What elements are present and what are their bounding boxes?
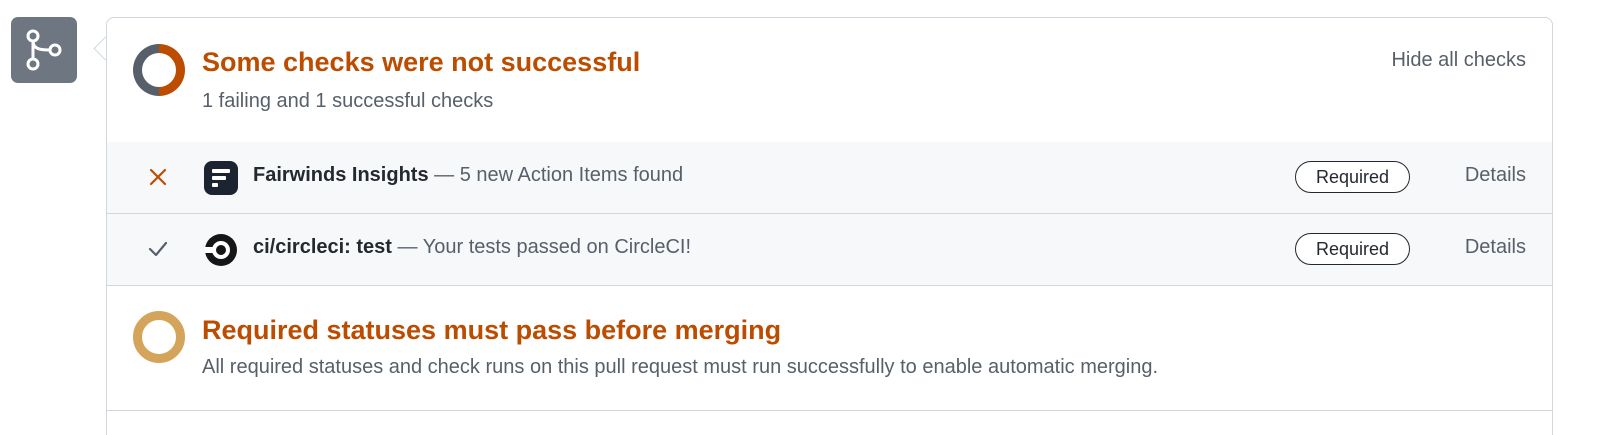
details-link[interactable]: Details <box>1465 164 1526 187</box>
check-text: Fairwinds Insights — 5 new Action Items … <box>253 164 683 187</box>
check-name: Fairwinds Insights <box>253 164 429 186</box>
git-merge-icon <box>11 17 77 83</box>
checks-summary: Some checks were not successful 1 failin… <box>107 18 1552 143</box>
checks-subtitle: 1 failing and 1 successful checks <box>202 90 494 112</box>
check-row-fairwinds: Fairwinds Insights — 5 new Action Items … <box>107 142 1552 214</box>
required-badge: Required <box>1295 233 1410 265</box>
check-name: ci/circleci: test <box>253 236 392 258</box>
hide-all-checks-link[interactable]: Hide all checks <box>1391 49 1526 72</box>
circleci-logo-icon <box>203 232 239 268</box>
status-donut-icon <box>133 44 185 96</box>
required-statuses-section: Required statuses must pass before mergi… <box>107 286 1552 411</box>
merge-checks-panel: Some checks were not successful 1 failin… <box>106 17 1553 435</box>
check-description: — 5 new Action Items found <box>428 164 684 186</box>
check-text: ci/circleci: test — Your tests passed on… <box>253 236 691 259</box>
required-badge: Required <box>1295 161 1410 193</box>
required-statuses-description: All required statuses and check runs on … <box>202 356 1159 378</box>
fairwinds-logo-icon <box>203 160 239 196</box>
merge-status-area: Some checks were not successful 1 failin… <box>0 0 1600 435</box>
x-icon <box>145 164 171 190</box>
check-description: — Your tests passed on CircleCI! <box>391 236 692 258</box>
check-row-circleci: ci/circleci: test — Your tests passed on… <box>107 214 1552 286</box>
required-statuses-title: Required statuses must pass before mergi… <box>202 315 782 345</box>
details-link[interactable]: Details <box>1465 236 1526 259</box>
check-icon <box>145 236 171 262</box>
pending-ring-icon <box>133 311 185 363</box>
checks-title: Some checks were not successful <box>202 47 641 77</box>
